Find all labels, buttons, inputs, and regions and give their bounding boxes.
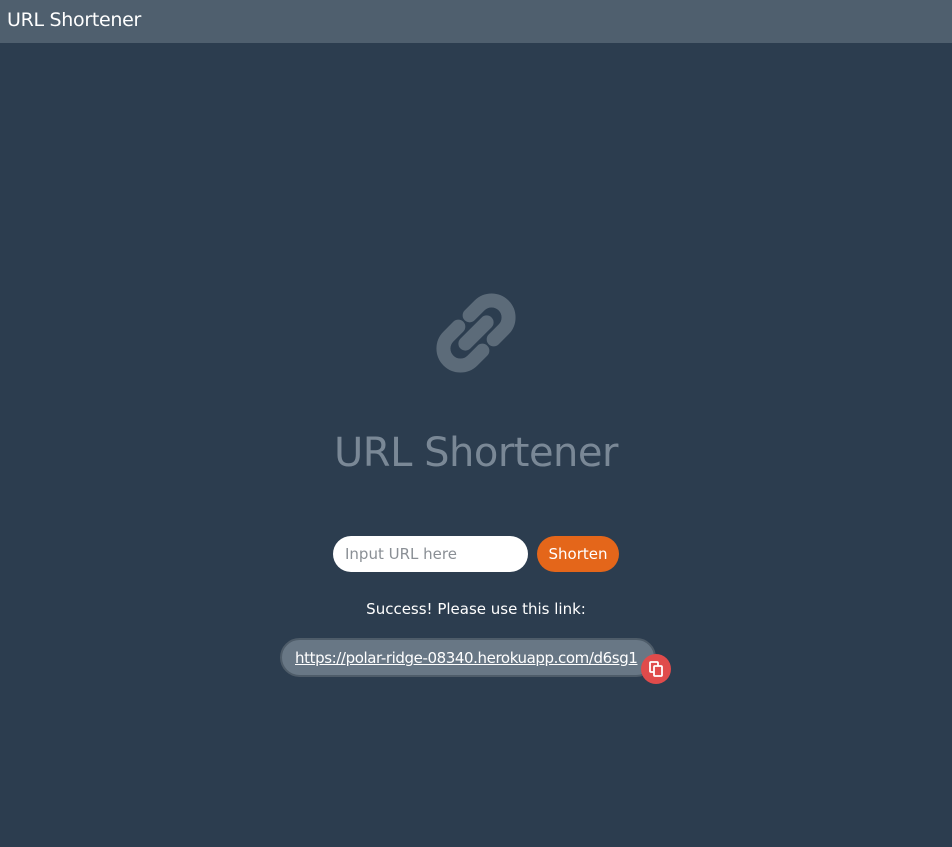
url-input[interactable] (333, 536, 528, 572)
copy-icon (649, 661, 663, 677)
success-message: Success! Please use this link: (366, 600, 586, 618)
short-url-box: https://polar-ridge-08340.herokuapp.com/… (280, 638, 656, 677)
shorten-button[interactable]: Shorten (537, 536, 619, 572)
link-icon (420, 277, 532, 389)
top-bar: URL Shortener (0, 0, 952, 43)
copy-button[interactable] (641, 654, 671, 684)
app-title: URL Shortener (7, 9, 142, 31)
page-title: URL Shortener (334, 430, 618, 476)
short-url-link[interactable]: https://polar-ridge-08340.herokuapp.com/… (295, 649, 638, 667)
